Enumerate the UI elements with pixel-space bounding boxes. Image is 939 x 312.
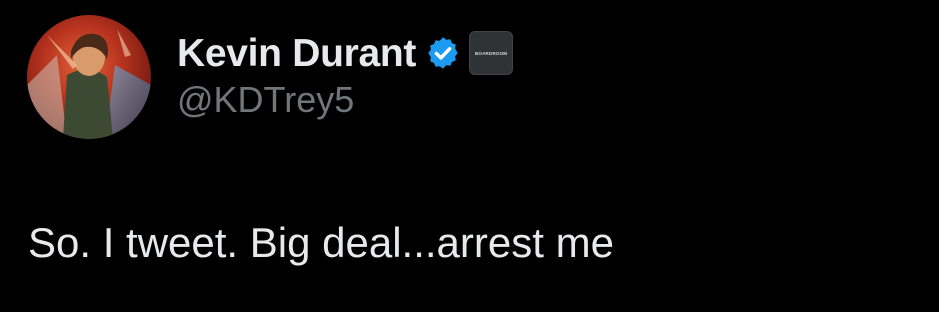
affiliate-badge[interactable]: BOARDROOM [469,31,514,75]
affiliate-badge-label: BOARDROOM [474,50,508,56]
author-handle[interactable]: @KDTrey5 [177,82,354,118]
tweet-text: So. I tweet. Big deal...arrest me [28,219,614,266]
author-display-name[interactable]: Kevin Durant [177,34,416,73]
tweet: Kevin Durant BOARDROOM @KDTrey5 So. I tw… [0,0,939,312]
author-name-row: Kevin Durant BOARDROOM [177,28,514,78]
avatar-image [27,15,151,139]
avatar[interactable] [27,15,151,139]
verified-badge-icon[interactable] [425,35,461,71]
